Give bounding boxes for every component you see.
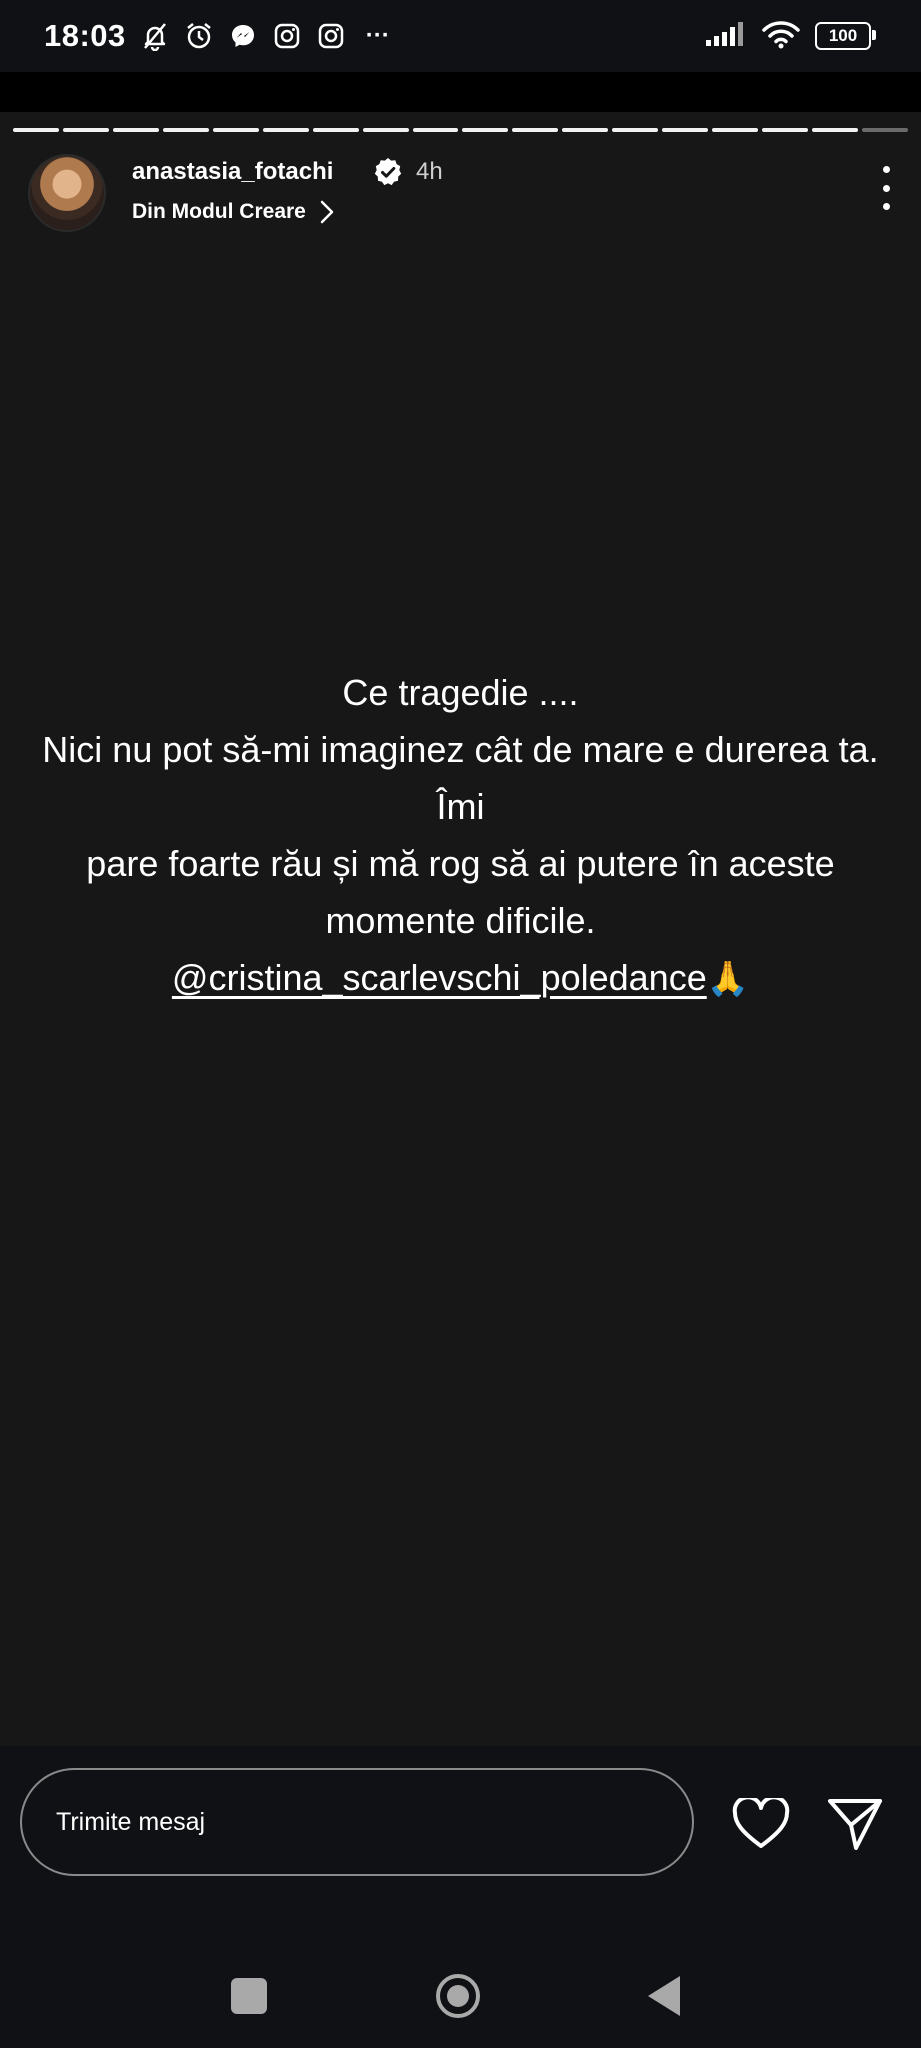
caption-line: momente dificile. <box>325 900 596 941</box>
wifi-icon <box>761 19 801 54</box>
chevron-right-icon <box>320 200 334 224</box>
messenger-icon <box>226 19 260 53</box>
signal-icon <box>705 20 747 53</box>
progress-segment <box>262 128 309 132</box>
bell-off-icon <box>138 19 172 53</box>
caption-line: pare foarte rău și mă rog să ai putere î… <box>86 843 835 884</box>
progress-segment <box>612 128 659 132</box>
progress-segment <box>212 128 259 132</box>
instagram-icon <box>270 19 304 53</box>
system-nav-bar <box>0 1960 921 2030</box>
battery-level: 100 <box>828 26 858 45</box>
progress-segment <box>13 128 59 132</box>
progress-segment <box>462 128 509 132</box>
creator-mode-label: Din Modul Creare <box>132 200 306 223</box>
status-time: 18:03 <box>44 18 126 53</box>
status-bar: 18:03 ··· 100 <box>0 0 921 72</box>
progress-segment <box>62 128 109 132</box>
post-time: 4h <box>416 158 443 185</box>
send-direct-icon[interactable] <box>826 1796 884 1852</box>
progress-segment <box>812 128 858 132</box>
progress-segment <box>512 128 559 132</box>
send-message-input[interactable]: Trimite mesaj <box>20 1768 694 1876</box>
progress-segment <box>412 128 459 132</box>
bottom-bar: Trimite mesaj <box>0 1746 921 2048</box>
back-button[interactable] <box>646 1974 682 2018</box>
more-options-button[interactable] <box>876 166 896 210</box>
progress-segment <box>861 128 908 132</box>
more-notifications-icon: ··· <box>365 22 390 49</box>
send-message-placeholder: Trimite mesaj <box>56 1807 206 1836</box>
like-heart-icon[interactable] <box>732 1798 790 1850</box>
caption-mention-line: @cristina_scarlevschi_poledance🙏 <box>40 949 881 1008</box>
more-icon-dot <box>882 184 890 192</box>
more-icon-dot <box>882 203 890 210</box>
progress-segment <box>112 128 159 132</box>
alarm-icon <box>182 19 216 53</box>
story-progress-bar <box>13 128 908 132</box>
recents-button[interactable] <box>231 1978 267 2014</box>
avatar[interactable] <box>28 154 106 232</box>
home-button[interactable] <box>434 1972 482 2020</box>
battery-icon: 100 <box>815 22 876 50</box>
more-icon-dot <box>882 166 890 173</box>
creator-mode-link[interactable]: Din Modul Creare <box>132 200 334 224</box>
progress-segment <box>362 128 409 132</box>
caption-line: Ce tragedie .... <box>342 672 579 713</box>
progress-segment <box>712 128 759 132</box>
progress-segment <box>562 128 609 132</box>
progress-segment <box>162 128 209 132</box>
progress-segment <box>762 128 808 132</box>
story-view[interactable]: anastasia_fotachi 4h Din Modul Creare Ce… <box>0 112 921 1746</box>
caption-line: Nici nu pot să-mi imaginez cât de mare e… <box>42 729 879 827</box>
progress-segment <box>662 128 709 132</box>
progress-segment <box>312 128 359 132</box>
username[interactable]: anastasia_fotachi <box>132 158 333 186</box>
story-header: anastasia_fotachi 4h Din Modul Creare <box>28 152 898 232</box>
pray-emoji: 🙏 <box>706 960 750 998</box>
verified-badge-icon <box>374 158 402 186</box>
instagram-icon <box>314 19 348 53</box>
story-caption: Ce tragedie .... Nici nu pot să-mi imagi… <box>40 664 881 1008</box>
user-mention-link[interactable]: @cristina_scarlevschi_poledance <box>172 957 707 998</box>
